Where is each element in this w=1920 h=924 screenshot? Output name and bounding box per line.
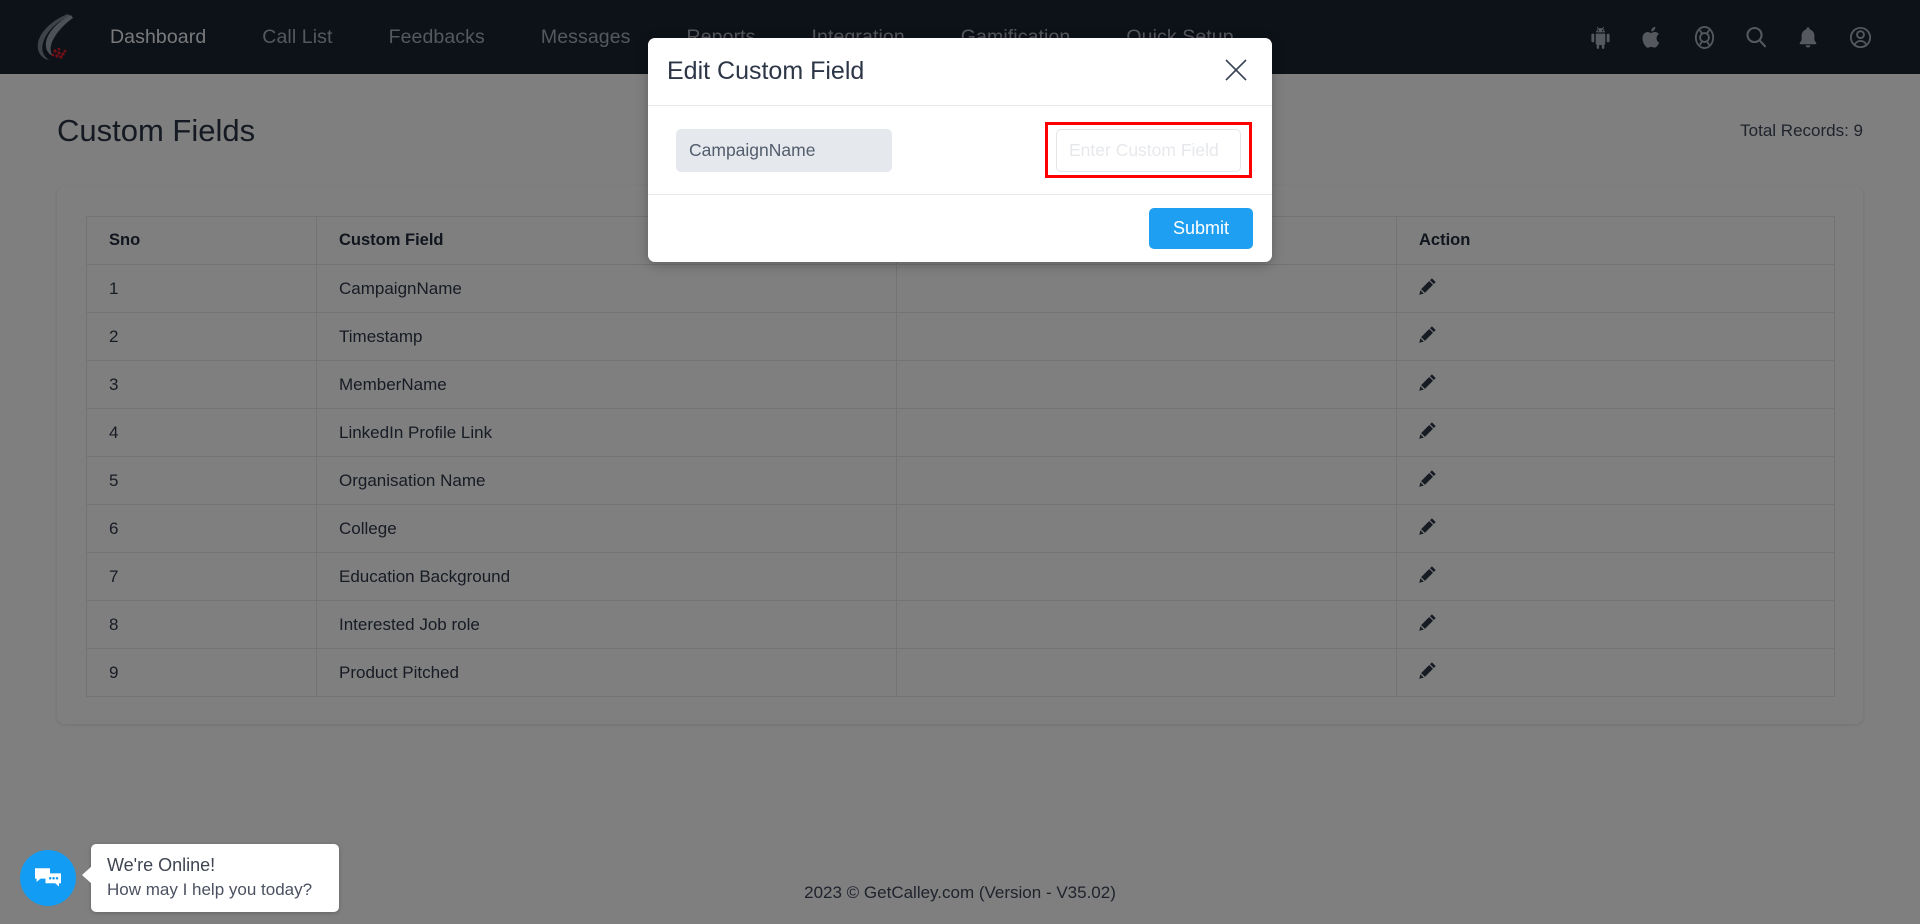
app-root: Dashboard Call List Feedbacks Messages R… bbox=[0, 0, 1920, 924]
edit-custom-field-modal: Edit Custom Field CampaignName Submit bbox=[648, 38, 1272, 262]
submit-button[interactable]: Submit bbox=[1148, 208, 1253, 249]
chat-status-title: We're Online! bbox=[107, 855, 216, 875]
chat-status-subtitle: How may I help you today? bbox=[107, 880, 313, 899]
modal-body: CampaignName bbox=[648, 106, 1272, 194]
current-field-name-readonly: CampaignName bbox=[676, 128, 892, 172]
close-x-icon[interactable] bbox=[1216, 50, 1256, 90]
chat-tooltip[interactable]: We're Online! How may I help you today? bbox=[82, 844, 339, 912]
chat-bubbles-glyph bbox=[35, 868, 61, 887]
close-x-glyph bbox=[1225, 59, 1247, 81]
modal-header: Edit Custom Field bbox=[648, 38, 1272, 106]
chat-widget: We're Online! How may I help you today? bbox=[20, 844, 339, 912]
custom-field-input-highlight bbox=[1045, 122, 1252, 178]
chat-bubbles-icon[interactable] bbox=[20, 850, 76, 906]
custom-field-input[interactable] bbox=[1056, 128, 1241, 172]
modal-footer: Submit bbox=[648, 194, 1272, 262]
modal-title: Edit Custom Field bbox=[667, 57, 865, 85]
